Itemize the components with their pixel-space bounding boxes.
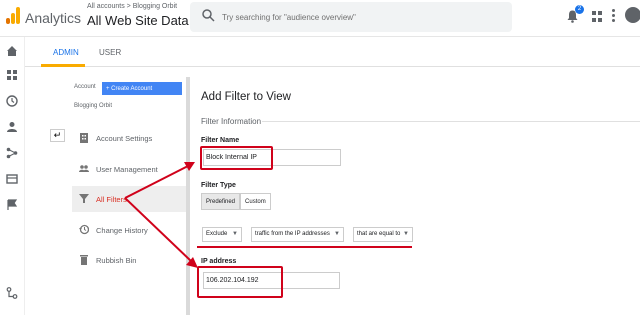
annotation-arrows bbox=[124, 162, 198, 268]
